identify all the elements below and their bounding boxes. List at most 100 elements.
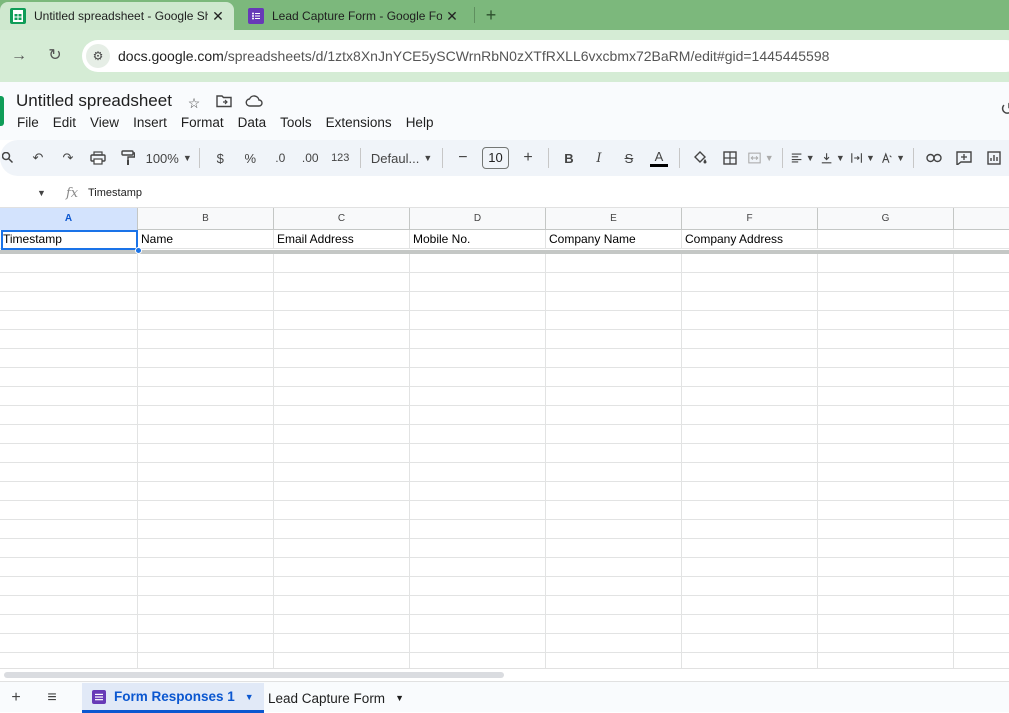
cell-g1[interactable]: [818, 230, 954, 249]
grid-cell[interactable]: [410, 501, 546, 520]
grid-cell[interactable]: [818, 387, 954, 406]
browser-tab-forms[interactable]: Lead Capture Form - Google Forms ✕: [238, 2, 468, 30]
grid-cell[interactable]: [0, 387, 138, 406]
grid-cell[interactable]: [274, 406, 410, 425]
grid-cell[interactable]: [138, 368, 274, 387]
horizontal-align-icon[interactable]: ▼: [791, 146, 815, 170]
grid-cell[interactable]: [546, 558, 682, 577]
grid-cell[interactable]: [410, 311, 546, 330]
grid-cell[interactable]: [274, 539, 410, 558]
scrollbar-thumb[interactable]: [4, 672, 504, 678]
grid-cell[interactable]: [546, 349, 682, 368]
grid-cell[interactable]: [682, 330, 818, 349]
add-sheet-button[interactable]: +: [5, 687, 27, 709]
grid-cell[interactable]: [682, 368, 818, 387]
text-color-button[interactable]: A: [647, 146, 671, 170]
search-menus-icon[interactable]: [0, 146, 20, 170]
grid-cell[interactable]: [954, 330, 1009, 349]
decrease-decimal-button[interactable]: .0: [268, 146, 292, 170]
grid-cell[interactable]: [818, 577, 954, 596]
grid-cell[interactable]: [818, 311, 954, 330]
column-header-a[interactable]: A: [0, 208, 138, 230]
grid-cell[interactable]: [546, 254, 682, 273]
grid-cell[interactable]: [410, 330, 546, 349]
grid-cell[interactable]: [682, 425, 818, 444]
grid-cell[interactable]: [954, 634, 1009, 653]
grid-cell[interactable]: [0, 311, 138, 330]
grid-cell[interactable]: [138, 349, 274, 368]
grid-cell[interactable]: [274, 596, 410, 615]
column-header-partial[interactable]: [954, 208, 1009, 230]
grid-cell[interactable]: [410, 615, 546, 634]
cell-e1[interactable]: Company Name: [546, 230, 682, 249]
grid-cell[interactable]: [0, 368, 138, 387]
grid-cell[interactable]: [0, 615, 138, 634]
grid-cell[interactable]: [682, 444, 818, 463]
chevron-down-icon[interactable]: ▼: [395, 693, 404, 703]
cell-d1[interactable]: Mobile No.: [410, 230, 546, 249]
cell-f1[interactable]: Company Address: [682, 230, 818, 249]
grid-cell[interactable]: [138, 634, 274, 653]
grid-cell[interactable]: [274, 520, 410, 539]
cell-partial[interactable]: [954, 230, 1009, 249]
percent-format-button[interactable]: %: [238, 146, 262, 170]
grid-cell[interactable]: [138, 387, 274, 406]
grid-cell[interactable]: [546, 368, 682, 387]
grid-cell[interactable]: [274, 577, 410, 596]
number-format-button[interactable]: 123: [328, 146, 352, 170]
cell-a1[interactable]: Timestamp: [0, 230, 138, 249]
grid-cell[interactable]: [954, 558, 1009, 577]
grid-cell[interactable]: [954, 387, 1009, 406]
grid-cell[interactable]: [682, 482, 818, 501]
menu-tools[interactable]: Tools: [273, 113, 319, 132]
grid-cell[interactable]: [954, 425, 1009, 444]
sheet-tab-lead-capture[interactable]: Lead Capture Form ▼: [258, 683, 414, 713]
grid-cell[interactable]: [682, 520, 818, 539]
grid-cell[interactable]: [410, 349, 546, 368]
grid-cell[interactable]: [682, 558, 818, 577]
grid-cell[interactable]: [274, 292, 410, 311]
strikethrough-button[interactable]: S: [617, 146, 641, 170]
grid-cell[interactable]: [138, 520, 274, 539]
grid-cell[interactable]: [138, 292, 274, 311]
currency-format-button[interactable]: $: [208, 146, 232, 170]
redo-icon[interactable]: ↷: [56, 146, 80, 170]
text-rotation-icon[interactable]: ▼: [881, 146, 905, 170]
grid-cell[interactable]: [818, 615, 954, 634]
grid-cell[interactable]: [954, 311, 1009, 330]
grid-cell[interactable]: [274, 501, 410, 520]
grid-cell[interactable]: [0, 463, 138, 482]
italic-button[interactable]: I: [587, 146, 611, 170]
grid-cell[interactable]: [410, 558, 546, 577]
grid-cell[interactable]: [546, 330, 682, 349]
grid-cell[interactable]: [274, 349, 410, 368]
grid-cell[interactable]: [954, 349, 1009, 368]
cell-b1[interactable]: Name: [138, 230, 274, 249]
grid-cell[interactable]: [954, 254, 1009, 273]
forward-arrow-icon[interactable]: →: [8, 45, 30, 67]
grid-cell[interactable]: [954, 577, 1009, 596]
grid-cell[interactable]: [818, 406, 954, 425]
menu-edit[interactable]: Edit: [46, 113, 83, 132]
grid-cell[interactable]: [138, 463, 274, 482]
grid-cell[interactable]: [410, 273, 546, 292]
grid-cell[interactable]: [546, 520, 682, 539]
grid-cell[interactable]: [682, 615, 818, 634]
grid-cell[interactable]: [818, 425, 954, 444]
grid-cell[interactable]: [546, 482, 682, 501]
grid-cell[interactable]: [954, 520, 1009, 539]
grid-cell[interactable]: [410, 444, 546, 463]
grid-cell[interactable]: [0, 349, 138, 368]
grid-cell[interactable]: [138, 425, 274, 444]
grid-cell[interactable]: [682, 539, 818, 558]
star-icon[interactable]: ☆: [184, 93, 204, 113]
grid-cell[interactable]: [954, 501, 1009, 520]
version-history-icon[interactable]: ↺: [1000, 99, 1009, 120]
cloud-status-icon[interactable]: [244, 93, 264, 113]
grid-cell[interactable]: [410, 539, 546, 558]
grid-cell[interactable]: [0, 558, 138, 577]
grid-cell[interactable]: [682, 596, 818, 615]
formula-input[interactable]: Timestamp: [88, 187, 142, 199]
grid-cell[interactable]: [682, 311, 818, 330]
font-size-input[interactable]: 10: [481, 147, 510, 169]
